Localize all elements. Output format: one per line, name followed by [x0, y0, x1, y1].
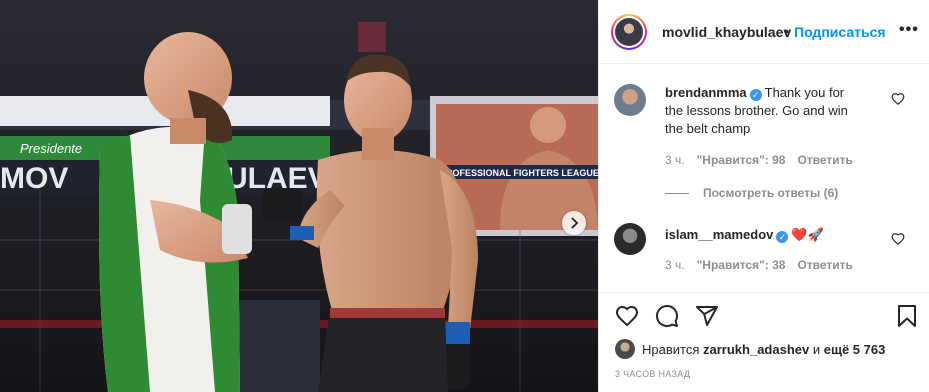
comment-likes-count[interactable]: "Нравится": 38 [697, 258, 786, 272]
comment-time: 3 ч. [665, 258, 685, 272]
screen-text: PROFESSIONAL FIGHTERS LEAGUE [440, 168, 598, 178]
comment-meta: 3 ч. "Нравится": 38 Ответить [665, 258, 865, 272]
view-replies-button[interactable]: Посмотреть ответы (6) [665, 186, 838, 200]
comment-like-heart-icon[interactable] [891, 92, 905, 106]
liker-username[interactable]: zarrukh_adashev [703, 342, 809, 357]
comment-username[interactable]: islam__mamedov [665, 227, 773, 242]
likes-prefix: Нравится [642, 341, 700, 357]
comment-text-line1: Thank you for [764, 85, 845, 100]
post-timestamp[interactable]: 3 ЧАСОВ НАЗАД [615, 369, 690, 379]
comment-icon[interactable] [655, 304, 679, 328]
heart-icon[interactable] [615, 304, 639, 328]
photo-scene: Presidente Presidente MOV ULAEV PROFESSI… [0, 0, 598, 392]
post-photo[interactable]: Presidente Presidente MOV ULAEV PROFESSI… [0, 0, 598, 392]
likes-summary: Нравится zarrukh_adashev и ещё 5 763 [615, 338, 885, 360]
verified-badge-icon: ✓ [776, 231, 789, 243]
banner-text-left: MOV [0, 162, 68, 195]
comment-text-line3: the belt champ [665, 121, 751, 136]
comment-avatar[interactable] [614, 223, 646, 255]
author-avatar[interactable] [611, 14, 647, 50]
comment-time: 3 ч. [665, 153, 685, 167]
comment-meta: 3 ч. "Нравится": 98 Ответить [665, 153, 865, 167]
comment-username[interactable]: brendanmma [665, 85, 747, 100]
post-header: movlid_khaybulaev • Подписаться ••• [599, 0, 929, 64]
comment-2: islam__mamedov ✓ ❤️🚀 [665, 226, 824, 244]
sponsor-text: Presidente [20, 141, 82, 156]
follow-button[interactable]: Подписаться [794, 24, 886, 40]
more-options-icon[interactable]: ••• [899, 21, 919, 39]
comment-text-line2: the lessons brother. Go and win [665, 103, 848, 118]
header-separator: • [784, 23, 789, 39]
bookmark-icon[interactable] [895, 304, 919, 328]
verified-badge-icon: ✓ [749, 89, 762, 101]
next-photo-button[interactable] [562, 211, 586, 235]
comment-avatar[interactable] [614, 84, 646, 116]
chevron-right-icon [571, 217, 579, 229]
view-replies-label: Посмотреть ответы (6) [703, 186, 839, 200]
liker-avatar[interactable] [615, 339, 635, 359]
share-icon[interactable] [695, 304, 719, 328]
author-username[interactable]: movlid_khaybulaev [662, 24, 791, 40]
likes-count[interactable]: ещё 5 763 [824, 342, 886, 357]
post-side-panel: movlid_khaybulaev • Подписаться ••• bren… [598, 0, 929, 392]
comment-1: brendanmma ✓ Thank you for the lessons bro… [665, 84, 885, 138]
comment-likes-count[interactable]: "Нравится": 98 [697, 153, 786, 167]
comment-like-heart-icon[interactable] [891, 232, 905, 246]
reply-button[interactable]: Ответить [797, 258, 852, 272]
actions-divider [599, 292, 929, 293]
likes-middle: и [812, 341, 821, 357]
comment-emoji: ❤️🚀 [791, 227, 824, 242]
reply-button[interactable]: Ответить [797, 153, 852, 167]
